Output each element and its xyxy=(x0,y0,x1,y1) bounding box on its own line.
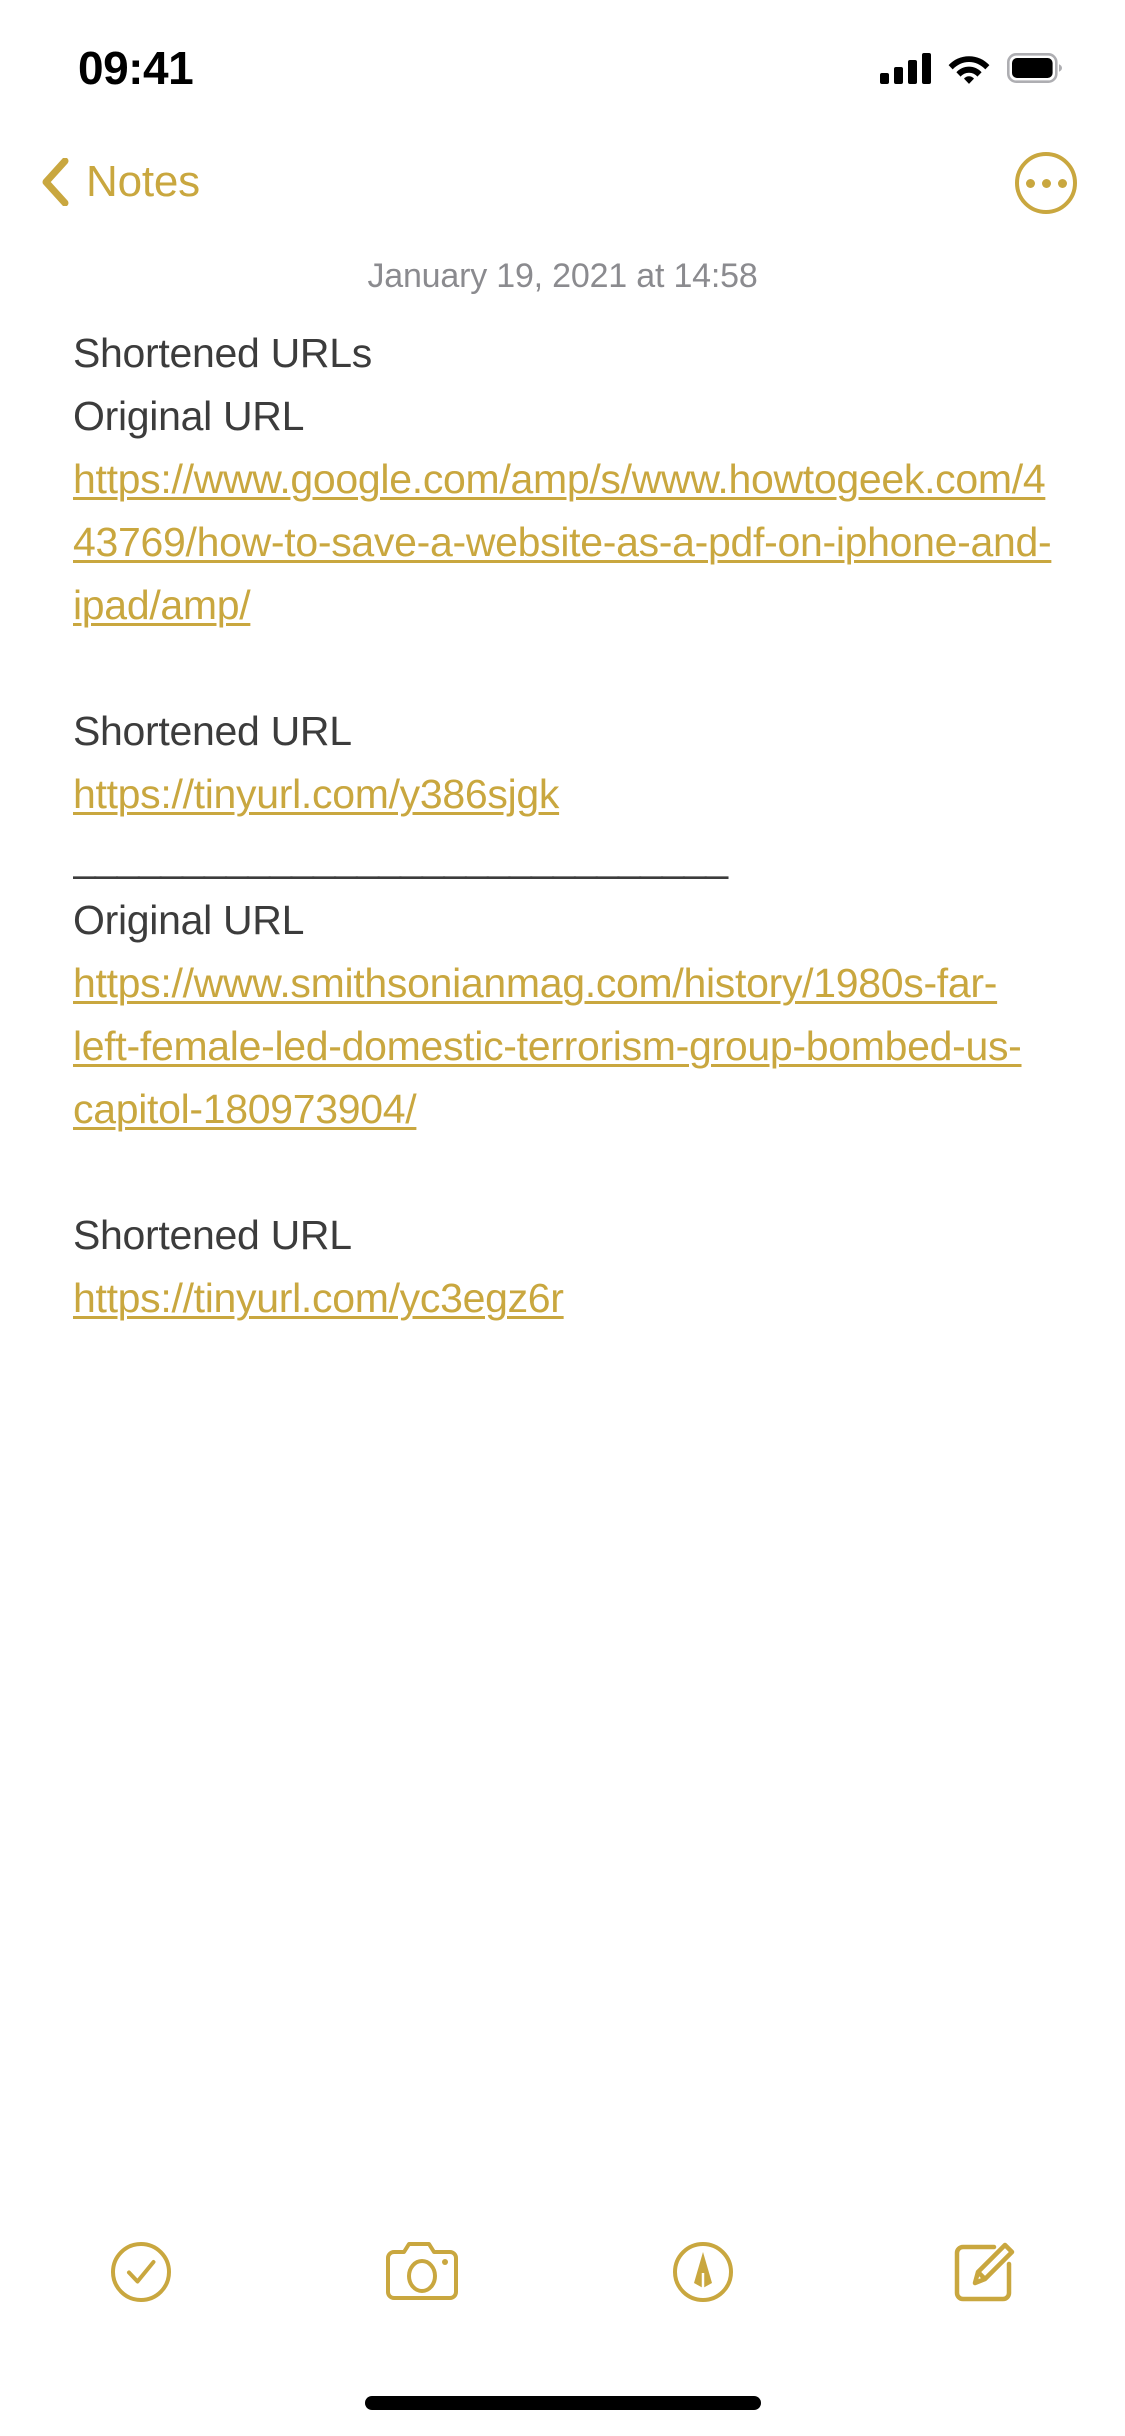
note-link[interactable]: https://www.smithsonianmag.com/history/1… xyxy=(73,952,1063,1141)
battery-icon xyxy=(1007,53,1062,83)
back-to-notes-button[interactable]: Notes xyxy=(40,132,200,232)
note-text-line: Original URL xyxy=(73,393,305,439)
camera-button[interactable] xyxy=(281,2204,562,2340)
note-body[interactable]: Shortened URLs Original URL https://www.go… xyxy=(0,322,1125,1330)
back-button-label: Notes xyxy=(86,157,200,206)
note-text-line: Original URL xyxy=(73,897,305,943)
signal-bars-icon xyxy=(880,52,931,84)
ellipsis-circle-icon[interactable] xyxy=(1015,152,1077,214)
navigation-bar: Notes xyxy=(0,132,1125,232)
note-scroll-area[interactable]: January 19, 2021 at 14:58 Shortened URLs… xyxy=(0,232,1125,2204)
chevron-left-icon xyxy=(42,158,69,206)
checklist-circle-icon xyxy=(110,2242,171,2302)
note-blank-line xyxy=(73,637,1063,700)
note-text-line: Shortened URLs xyxy=(73,330,372,376)
note-timestamp: January 19, 2021 at 14:58 xyxy=(367,257,758,295)
note-text-line: Shortened URL xyxy=(73,1212,352,1258)
home-indicator xyxy=(364,2396,761,2410)
markup-pen-circle-icon xyxy=(673,2242,734,2302)
camera-icon xyxy=(385,2242,458,2300)
note-link[interactable]: https://www.google.com/amp/s/www.howtoge… xyxy=(73,448,1063,637)
wifi-icon xyxy=(948,56,990,84)
checklist-button[interactable] xyxy=(0,2204,281,2340)
note-link[interactable]: https://tinyurl.com/y386sjgk xyxy=(73,763,1063,826)
note-divider-rule: ______________________________ xyxy=(73,834,728,880)
compose-square-pencil-icon xyxy=(955,2242,1015,2302)
note-toolbar xyxy=(0,2204,1125,2340)
note-link[interactable]: https://tinyurl.com/yc3egz6r xyxy=(73,1267,1063,1330)
compose-button[interactable] xyxy=(844,2204,1125,2340)
markup-button[interactable] xyxy=(563,2204,844,2340)
notes-app-screen: 09:41 Notes January 19, 2021 at 14:58 Sh… xyxy=(0,0,1125,2436)
status-bar: 09:41 xyxy=(0,0,1125,132)
note-text-line: Shortened URL xyxy=(73,708,352,754)
status-bar-time: 09:41 xyxy=(78,42,194,94)
status-bar-indicators xyxy=(880,44,1063,92)
note-blank-line xyxy=(73,1141,1063,1204)
